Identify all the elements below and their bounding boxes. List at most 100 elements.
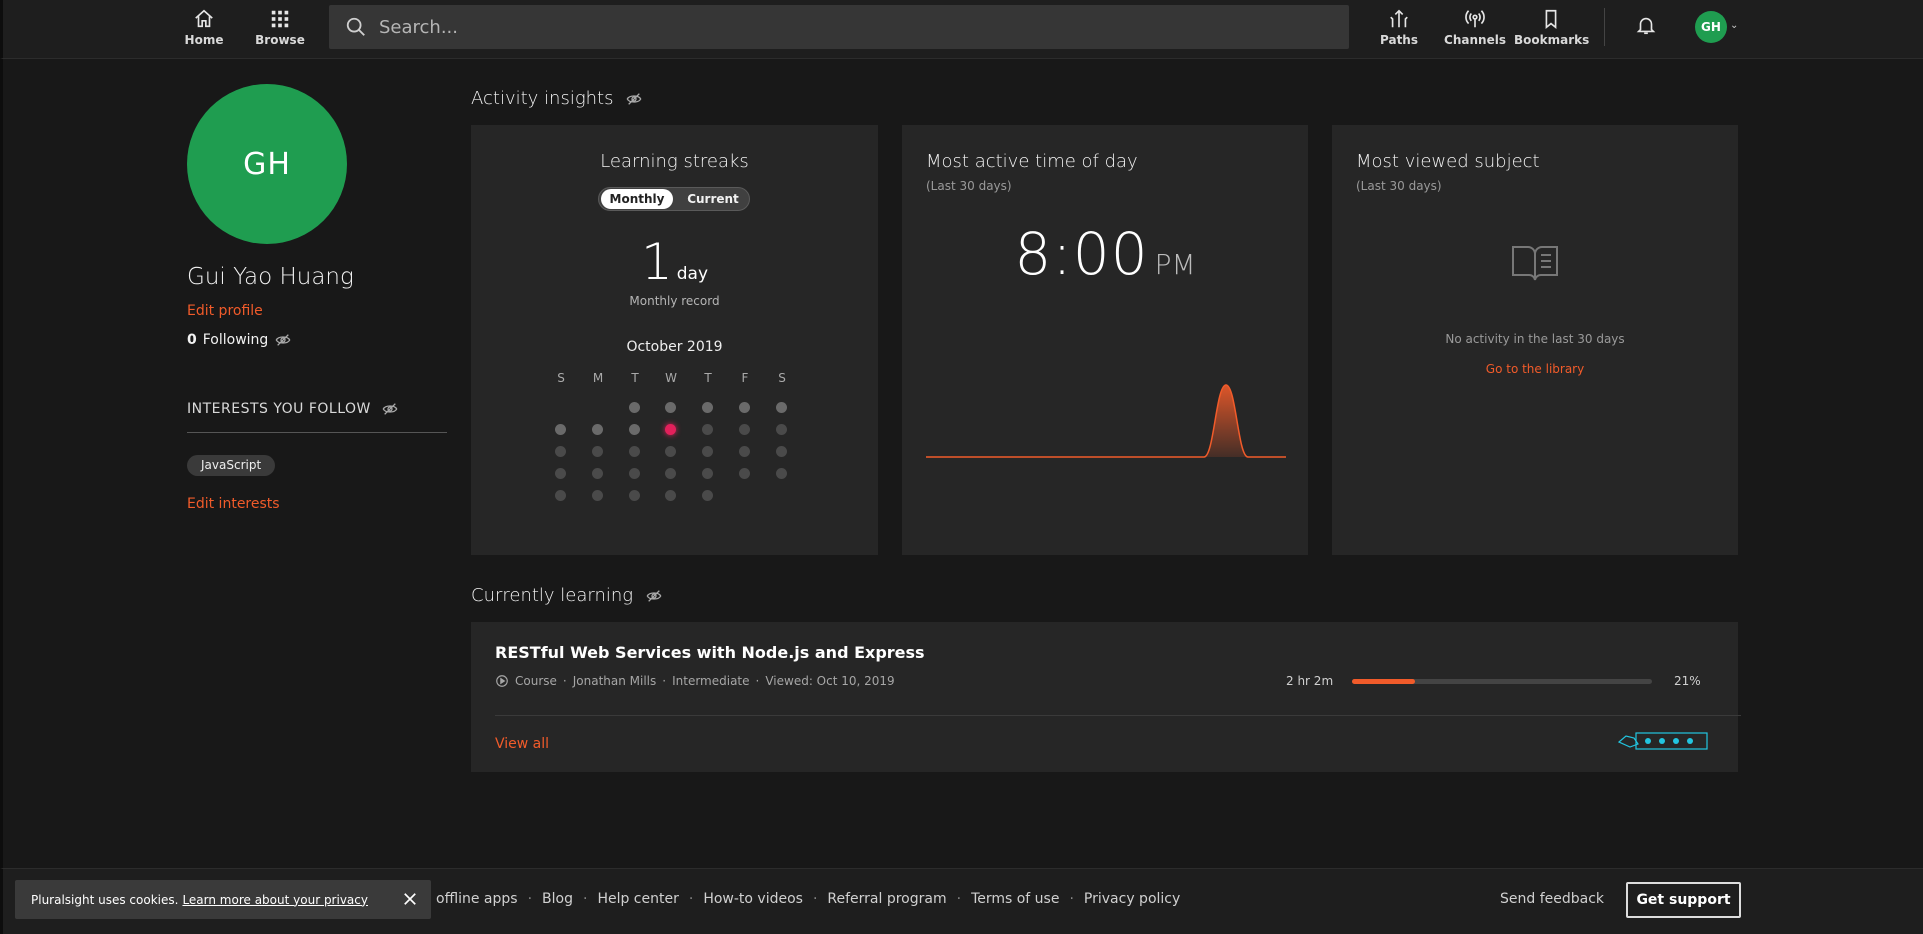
weekday-label: M: [592, 371, 604, 385]
accessibility-badge-icon: [1618, 732, 1708, 750]
calendar-day: [592, 424, 603, 435]
footer-link[interactable]: Help center: [597, 891, 678, 907]
active-time-clock: 8:00: [1014, 220, 1149, 288]
edit-profile-link[interactable]: Edit profile: [187, 303, 263, 319]
calendar-day: [739, 468, 750, 479]
toggle-current[interactable]: Current: [679, 189, 747, 209]
footer-link[interactable]: Terms of use: [971, 891, 1059, 907]
calendar-day: [665, 468, 676, 479]
nav-bookmarks-label: Bookmarks: [1514, 33, 1590, 47]
weekday-label: F: [741, 371, 749, 385]
course-title[interactable]: RESTful Web Services with Node.js and Ex…: [495, 643, 925, 662]
eye-off-icon[interactable]: [625, 91, 643, 107]
nav-divider: [1604, 8, 1605, 46]
nav-paths[interactable]: Paths: [1364, 8, 1434, 47]
meta-separator: ·: [755, 674, 760, 688]
book-icon: [1512, 246, 1558, 281]
bookmark-icon: [1545, 9, 1557, 29]
footer-link[interactable]: offline apps: [436, 891, 518, 907]
get-support-button[interactable]: Get support: [1626, 882, 1741, 918]
footer-separator: ·: [688, 891, 694, 907]
calendar-day: [555, 424, 566, 435]
calendar-day: [702, 446, 713, 457]
channels-icon: [1465, 10, 1485, 28]
notifications-button[interactable]: [1635, 14, 1657, 40]
meta-separator: ·: [662, 674, 667, 688]
close-icon[interactable]: [401, 890, 419, 908]
course-progress-fill: [1352, 679, 1415, 684]
following-label: Following: [202, 332, 269, 348]
eye-off-icon[interactable]: [645, 588, 663, 604]
currently-learning-heading: Currently learning: [471, 585, 663, 606]
weekday-label: W: [665, 371, 677, 385]
following-count[interactable]: 0 Following: [187, 332, 292, 348]
calendar-day: [629, 424, 640, 435]
send-feedback-link[interactable]: Send feedback: [1500, 891, 1604, 907]
calendar-day: [739, 446, 750, 457]
currently-learning-title: Currently learning: [471, 585, 634, 606]
eye-off-icon[interactable]: [381, 401, 399, 417]
footer-separator: ·: [812, 891, 818, 907]
toggle-monthly[interactable]: Monthly: [601, 189, 673, 209]
nav-browse[interactable]: Browse: [245, 8, 315, 47]
viewed-subject-subtitle: (Last 30 days): [1356, 179, 1442, 193]
calendar-month: October 2019: [626, 339, 723, 355]
calendar-day: [555, 446, 566, 457]
edit-interests-link[interactable]: Edit interests: [187, 496, 280, 512]
viewed-subject-title: Most viewed subject: [1356, 151, 1540, 172]
go-to-library-link[interactable]: Go to the library: [1332, 362, 1738, 376]
calendar-day: [592, 490, 603, 501]
cookie-banner: Pluralsight uses cookies. Learn more abo…: [15, 880, 431, 919]
calendar-day: [592, 468, 603, 479]
calendar-day: [555, 490, 566, 501]
search-icon: [346, 17, 365, 36]
calendar-day: [629, 402, 640, 413]
following-number: 0: [187, 332, 197, 348]
profile-name: Gui Yao Huang: [187, 264, 354, 290]
footer-link[interactable]: Referral program: [827, 891, 946, 907]
nav-home[interactable]: Home: [169, 8, 239, 47]
weekday-label: S: [778, 371, 786, 385]
cookie-text: Pluralsight uses cookies.: [31, 892, 179, 907]
course-level: Intermediate: [672, 674, 750, 688]
weekday-label: T: [631, 371, 639, 385]
active-time-subtitle: (Last 30 days): [926, 179, 1012, 193]
course-meta: Course · Jonathan Mills · Intermediate ·…: [495, 674, 895, 688]
calendar-day: [702, 468, 713, 479]
currently-learning-card: RESTful Web Services with Node.js and Ex…: [471, 622, 1741, 772]
streak-value: 1 day: [471, 233, 878, 291]
streak-period-toggle: Monthly Current: [598, 187, 750, 211]
weekday-label: S: [557, 371, 565, 385]
footer-link[interactable]: How-to videos: [703, 891, 803, 907]
calendar-day: [629, 490, 640, 501]
paths-icon: [1390, 9, 1408, 28]
calendar-day: [629, 446, 640, 457]
interest-chip[interactable]: JavaScript: [187, 455, 276, 476]
eye-off-icon[interactable]: [274, 332, 292, 348]
footer-link[interactable]: Blog: [542, 891, 573, 907]
nav-bookmarks[interactable]: Bookmarks: [1514, 8, 1590, 47]
course-duration: 2 hr 2m: [1286, 674, 1334, 688]
weekday-label: T: [704, 371, 712, 385]
privacy-link[interactable]: Learn more about your privacy: [182, 893, 368, 907]
interests-divider: [187, 432, 447, 433]
nav-channels[interactable]: Channels: [1440, 8, 1510, 47]
footer-links: offline apps · Blog · Help center · How-to vid…: [436, 891, 1180, 907]
search-input[interactable]: [379, 16, 1279, 38]
view-all-link[interactable]: View all: [495, 736, 549, 752]
footer-link[interactable]: Privacy policy: [1084, 891, 1180, 907]
grid-icon: [271, 10, 289, 28]
chevron-down-icon[interactable]: ⌄: [1730, 20, 1738, 31]
calendar-day: [665, 446, 676, 457]
nav-channels-label: Channels: [1444, 33, 1506, 47]
user-menu-avatar[interactable]: GH: [1695, 11, 1727, 43]
calendar-day: [555, 468, 566, 479]
activity-insights-title: Activity insights: [471, 88, 614, 109]
course-progress-bar: [1352, 679, 1652, 684]
course-progress-percent: 21%: [1674, 674, 1701, 688]
top-nav: Home Browse Paths Channels Bookmarks GH …: [0, 0, 1923, 59]
course-divider: [495, 715, 1741, 716]
calendar-day: [776, 424, 787, 435]
interests-heading: INTERESTS YOU FOLLOW: [187, 401, 399, 417]
calendar-day: [629, 468, 640, 479]
